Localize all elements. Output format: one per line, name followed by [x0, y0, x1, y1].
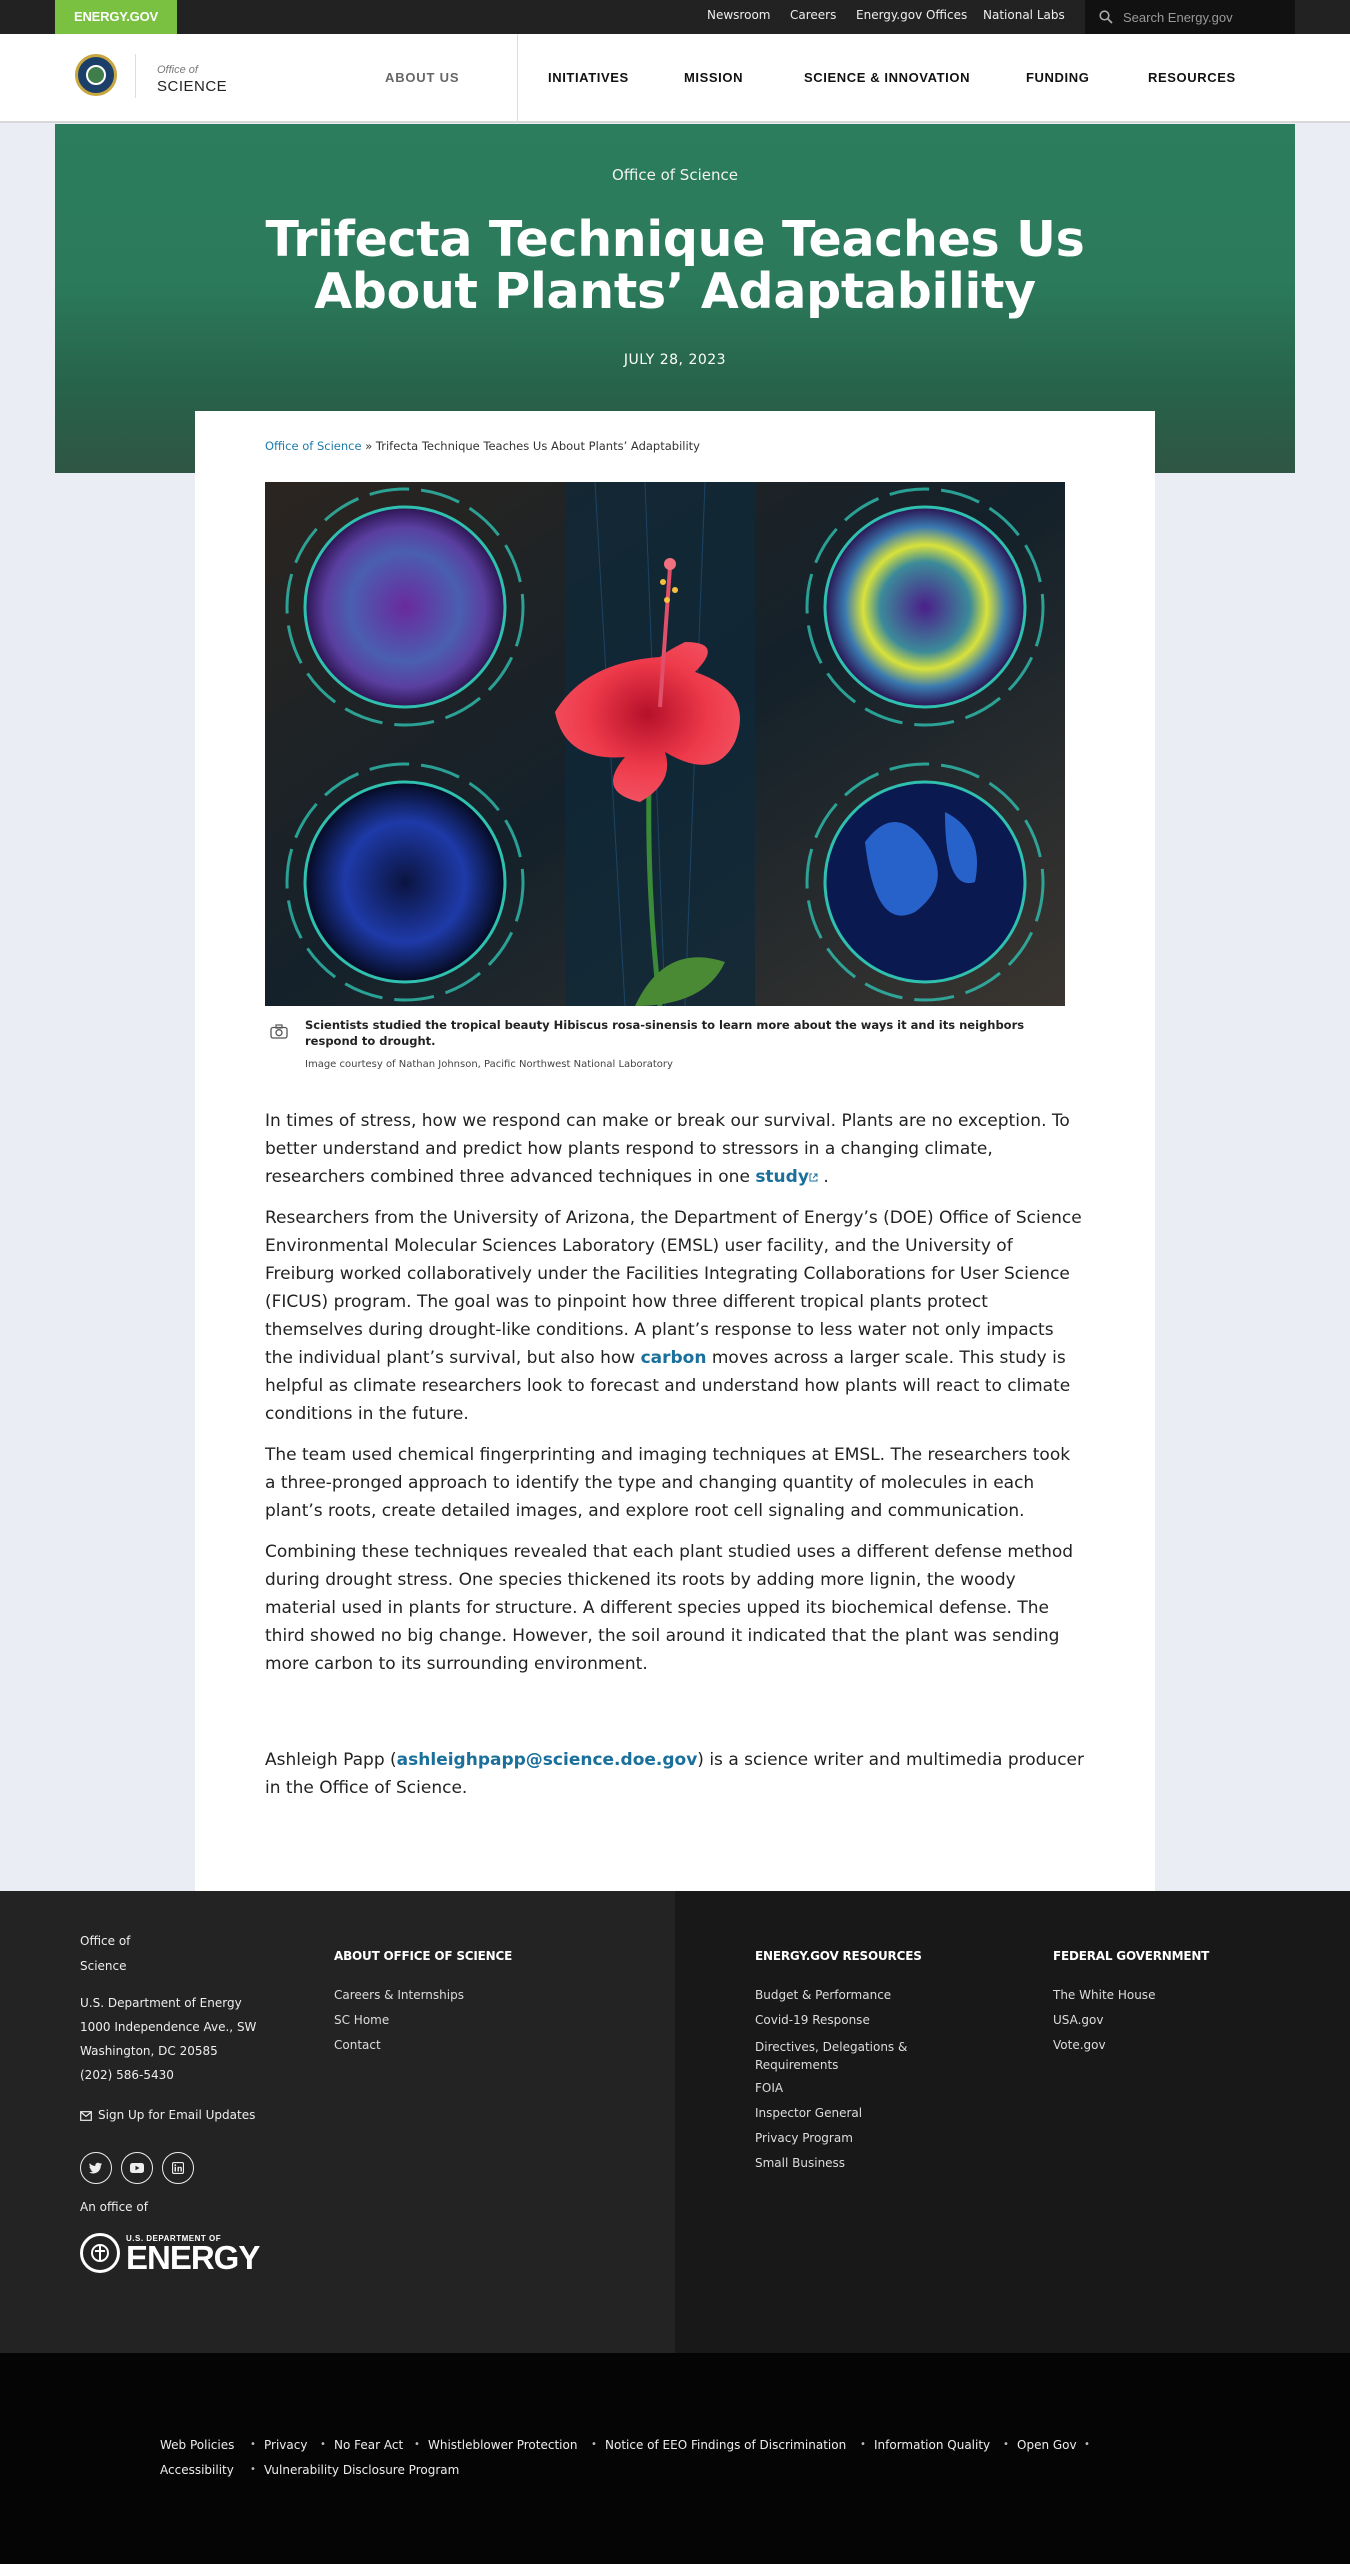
- doe-logo-big: ENERGY: [126, 2238, 260, 2276]
- utility-bar: ENERGY.GOV Newsroom Careers Energy.gov O…: [0, 0, 1350, 34]
- util-link-offices[interactable]: Energy.gov Offices: [856, 8, 967, 22]
- article-card: Office of Science » Trifecta Technique T…: [195, 411, 1155, 1891]
- footer-phone: (202) 586-5430: [80, 2068, 174, 2082]
- hero-image: [265, 482, 1065, 1006]
- legal-link-open-gov[interactable]: Open Gov: [1017, 2438, 1077, 2452]
- legal-link-information-quality[interactable]: Information Quality: [874, 2438, 990, 2452]
- footer-address-2: 1000 Independence Ave., SW: [80, 2020, 257, 2034]
- legal-link-no-fear-act[interactable]: No Fear Act: [334, 2438, 403, 2452]
- footer-office-line2: Science: [80, 1959, 127, 1973]
- footer-link-vote-gov[interactable]: Vote.gov: [1053, 2038, 1106, 2052]
- legal-link-whistleblower[interactable]: Whistleblower Protection: [428, 2438, 577, 2452]
- footer-link-foia[interactable]: FOIA: [755, 2081, 783, 2095]
- footer-address-1: U.S. Department of Energy: [80, 1996, 242, 2010]
- footer-link-careers[interactable]: Careers & Internships: [334, 1988, 464, 2002]
- figure-credit: Image courtesy of Nathan Johnson, Pacifi…: [305, 1059, 673, 1070]
- footer-col3-heading: FEDERAL GOVERNMENT: [1053, 1949, 1210, 1963]
- footer-link-inspector-general[interactable]: Inspector General: [755, 2106, 862, 2120]
- footer-link-covid[interactable]: Covid-19 Response: [755, 2013, 870, 2027]
- logo-office-of: Office of: [157, 64, 198, 76]
- footer-col1-heading: ABOUT OFFICE OF SCIENCE: [334, 1949, 513, 1963]
- camera-icon: [270, 1024, 288, 1039]
- doe-seal-icon: [75, 54, 117, 96]
- twitter-icon: [89, 2162, 102, 2174]
- energy-gov-home-link[interactable]: ENERGY.GOV: [55, 0, 177, 34]
- external-link-icon: [809, 1173, 818, 1182]
- breadcrumb-separator: »: [365, 439, 373, 453]
- util-link-careers[interactable]: Careers: [790, 8, 836, 22]
- paragraph-2: Researchers from the University of Arizo…: [265, 1208, 1082, 1424]
- author-bio: Ashleigh Papp (ashleighpapp@science.doe.…: [265, 1750, 1084, 1798]
- paragraph-3: The team used chemical fingerprinting an…: [265, 1445, 1071, 1521]
- util-link-national-labs[interactable]: National Labs: [983, 8, 1065, 22]
- legal-bar: [0, 2353, 1350, 2564]
- logo-science: SCIENCE: [157, 78, 228, 95]
- hero-kicker: Office of Science: [612, 166, 738, 184]
- figure-caption: Scientists studied the tropical beauty H…: [305, 1018, 1025, 1048]
- hibiscus-microscopy-image: [265, 482, 1065, 1006]
- nav-mission[interactable]: MISSION: [684, 70, 743, 85]
- footer-link-privacy-program[interactable]: Privacy Program: [755, 2131, 853, 2145]
- nav-science-innovation[interactable]: SCIENCE & INNOVATION: [804, 70, 970, 85]
- study-link[interactable]: study: [755, 1167, 809, 1187]
- linkedin-link[interactable]: [162, 2152, 194, 2184]
- carbon-link[interactable]: carbon: [641, 1348, 707, 1368]
- breadcrumb: Office of Science » Trifecta Technique T…: [265, 439, 700, 453]
- footer-link-sc-home[interactable]: SC Home: [334, 2013, 389, 2027]
- nav-resources[interactable]: RESOURCES: [1148, 70, 1236, 85]
- footer-address-3: Washington, DC 20585: [80, 2044, 218, 2058]
- author-email-link[interactable]: ashleighpapp@science.doe.gov: [397, 1750, 698, 1770]
- paragraph-4: Combining these techniques revealed that…: [265, 1542, 1074, 1674]
- linkedin-icon: [172, 2162, 184, 2174]
- youtube-icon: [130, 2163, 144, 2173]
- page-title: Trifecta Technique Teaches Us About Plan…: [265, 211, 1085, 320]
- breadcrumb-current: Trifecta Technique Teaches Us About Plan…: [375, 439, 700, 453]
- publish-date: JULY 28, 2023: [623, 352, 727, 368]
- doe-logo-link[interactable]: U.S. DEPARTMENT OF ENERGY: [80, 2233, 260, 2276]
- nav-initiatives[interactable]: INITIATIVES: [548, 70, 629, 85]
- youtube-link[interactable]: [121, 2152, 153, 2184]
- footer-link-small-business[interactable]: Small Business: [755, 2156, 845, 2170]
- search-input[interactable]: Search Energy.gov: [1085, 0, 1295, 34]
- twitter-link[interactable]: [80, 2152, 112, 2184]
- footer-link-contact[interactable]: Contact: [334, 2038, 381, 2052]
- nav-about-us[interactable]: ABOUT US: [385, 70, 459, 85]
- email-signup-link[interactable]: Sign Up for Email Updates: [80, 2106, 255, 2125]
- search-placeholder: Search Energy.gov: [1123, 9, 1233, 25]
- legal-link-vulnerability-disclosure[interactable]: Vulnerability Disclosure Program: [264, 2463, 459, 2477]
- footer-col2-heading: ENERGY.GOV RESOURCES: [755, 1949, 922, 1963]
- legal-link-privacy[interactable]: Privacy: [264, 2438, 307, 2452]
- doe-seal-icon: [80, 2233, 120, 2273]
- footer-link-directives[interactable]: Directives, Delegations & Requirements: [755, 2038, 925, 2074]
- site-header: Office of SCIENCE ABOUT US INITIATIVES M…: [0, 34, 1350, 123]
- footer-link-usa-gov[interactable]: USA.gov: [1053, 2013, 1104, 2027]
- an-office-of-label: An office of: [80, 2200, 148, 2214]
- paragraph-1: In times of stress, how we respond can m…: [265, 1111, 1070, 1187]
- footer-office-line1: Office of: [80, 1934, 131, 1948]
- nav-funding[interactable]: FUNDING: [1026, 70, 1089, 85]
- footer-link-budget[interactable]: Budget & Performance: [755, 1988, 891, 2002]
- footer-link-white-house[interactable]: The White House: [1053, 1988, 1155, 2002]
- legal-link-web-policies[interactable]: Web Policies: [160, 2438, 234, 2452]
- legal-link-eeo-findings[interactable]: Notice of EEO Findings of Discrimination: [605, 2438, 846, 2452]
- envelope-icon: [80, 2110, 92, 2121]
- breadcrumb-link-office[interactable]: Office of Science: [265, 439, 362, 453]
- search-icon: [1099, 10, 1113, 24]
- legal-link-accessibility[interactable]: Accessibility: [160, 2463, 234, 2477]
- util-link-newsroom[interactable]: Newsroom: [707, 8, 770, 22]
